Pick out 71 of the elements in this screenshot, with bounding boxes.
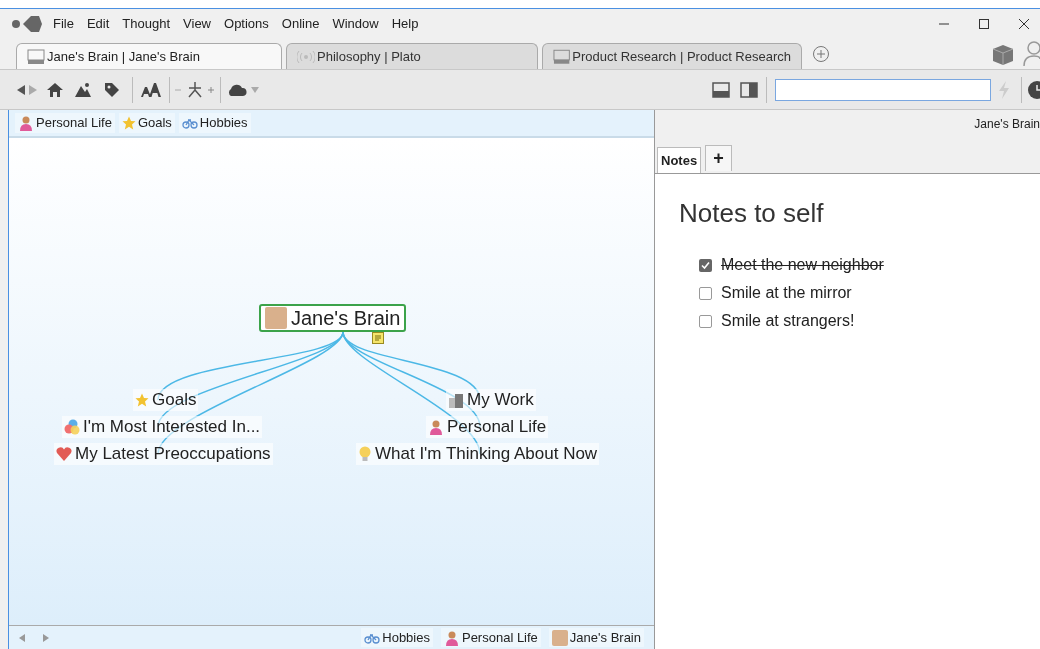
user-icon[interactable] [1022,39,1040,67]
pin-item[interactable]: Hobbies [178,113,251,133]
menu-item[interactable]: Options [224,14,269,34]
scroll-right-icon[interactable] [41,632,51,643]
heart-icon [56,447,72,461]
menu-item[interactable]: Edit [86,14,110,34]
person-icon [428,419,444,435]
breadcrumb[interactable]: Hobbies [361,627,433,648]
central-thought[interactable]: Jane's Brain [259,304,407,332]
image-icon[interactable] [74,81,92,98]
cube-icon[interactable] [990,43,1016,67]
clock-icon[interactable] [1028,80,1040,99]
font-size-icon[interactable] [141,81,161,98]
thought[interactable]: My Latest Preoccupations [54,443,273,465]
scroll-left-icon[interactable] [17,632,27,643]
home-icon[interactable] [46,81,64,98]
photo-placeholder [551,629,568,646]
menu-item[interactable]: Online [281,14,320,34]
menu-item[interactable]: File [53,14,74,34]
star-icon [121,116,136,130]
tab[interactable]: Philosophy | Plato [286,43,538,69]
maximize-icon[interactable] [978,18,990,30]
bottom-panel-icon[interactable] [712,81,730,98]
close-icon[interactable] [1018,18,1030,30]
light-bulb-icon [358,446,372,462]
add-tab-icon[interactable] [812,45,830,63]
building-icon [448,392,464,408]
broadcast-icon [297,49,315,64]
thought[interactable]: Personal Life [426,416,549,438]
menu-item[interactable]: Window [332,14,379,34]
photo-placeholder [265,307,287,329]
tab[interactable]: Notes [657,147,702,173]
thought[interactable]: Goals [133,389,199,411]
back-arrow-icon[interactable] [16,83,26,96]
person-icon [443,629,460,646]
thought[interactable]: I'm Most Interested In... [62,416,263,438]
todo-text: Meet the new neighbor [721,255,884,275]
monitor-icon [553,48,571,65]
tab[interactable]: Jane's Brain | Jane's Brain [16,43,282,69]
tab[interactable]: + [705,145,732,171]
notes-title: Notes to self [679,197,825,230]
monitor-icon [27,48,45,65]
menu-item[interactable]: Help [391,14,419,34]
tab[interactable]: Product Research | Product Research [542,43,802,69]
bicycle-icon [181,117,198,129]
pin-item[interactable]: Personal Life [15,113,115,133]
todo-text: Smile at strangers! [721,311,855,331]
app-logo-icon [11,14,43,34]
todo-text: Smile at the mirror [721,283,852,303]
menu-item[interactable]: Thought [122,14,171,34]
breadcrumb[interactable]: Jane's Brain [548,627,644,648]
pin-item[interactable]: Goals [118,113,175,133]
side-panel-icon[interactable] [740,81,758,98]
note-icon [372,332,384,344]
checkbox[interactable] [699,258,712,272]
person-icon [18,115,34,131]
brain-name: Jane's Brain [974,116,1040,133]
thought[interactable]: My Work [446,389,536,411]
cloud-icon[interactable] [227,82,247,97]
star-icon [135,393,149,407]
network-icon[interactable] [186,80,204,99]
thought[interactable]: What I'm Thinking About Now [356,443,600,465]
breadcrumb[interactable]: Personal Life [440,627,541,648]
tag-icon[interactable] [104,81,120,98]
menu-item[interactable]: View [183,14,211,34]
checkbox[interactable] [699,314,712,328]
plus-icon[interactable] [207,84,215,95]
search-field[interactable] [775,78,991,101]
checkbox[interactable] [699,286,712,300]
overlapping-circles-icon [64,419,80,435]
bicycle-icon [364,631,381,644]
